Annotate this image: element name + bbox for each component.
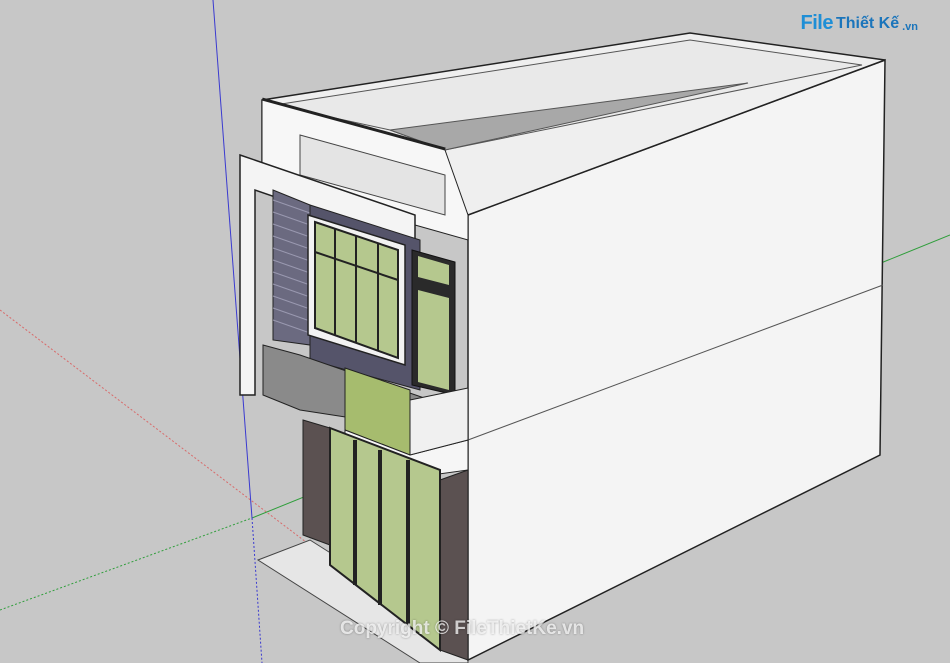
upper-door-glass — [418, 290, 449, 390]
model-canvas[interactable] — [0, 0, 950, 663]
stone-column-left — [302, 419, 331, 546]
filethietke-logo: File Thiết Kế .vn — [801, 12, 918, 35]
blue-axis-neg — [251, 517, 263, 663]
green-axis-neg — [0, 517, 253, 611]
logo-rest: Thiết Kế — [835, 14, 900, 32]
sketchup-viewport[interactable]: File Thiết Kế .vn Copyright © FileThietK… — [0, 0, 950, 663]
logo-tld: .vn — [902, 20, 918, 33]
logo-file: File — [800, 12, 834, 34]
copyright-watermark: Copyright © FileThietKe.vn — [340, 618, 585, 639]
